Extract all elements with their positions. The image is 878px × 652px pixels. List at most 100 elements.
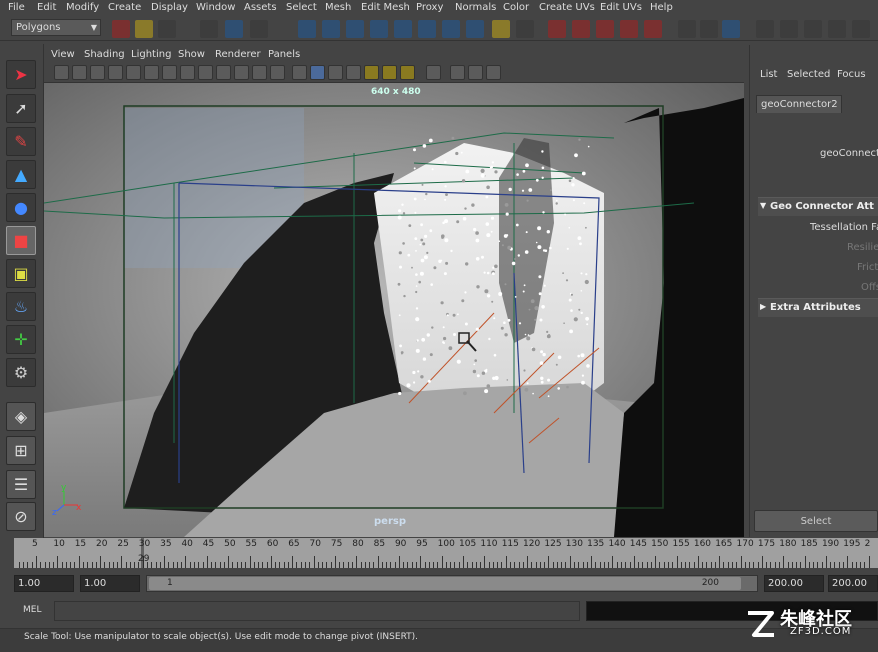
image-plane-icon[interactable] [108, 65, 123, 80]
save-scene-icon[interactable] [158, 20, 176, 38]
panel-menu-panels[interactable]: Panels [268, 49, 300, 60]
mel-label[interactable]: MEL [23, 605, 41, 615]
wireframe-on-shaded-icon[interactable] [328, 65, 343, 80]
perspective-viewport[interactable]: y x z 640 x 480 persp [44, 83, 744, 537]
panel-menu-shading[interactable]: Shading [84, 49, 125, 60]
lock-selection-icon[interactable] [492, 20, 510, 38]
section-geo-connector-attributes[interactable]: ▼ Geo Connector Att [758, 197, 878, 216]
select-surfaces-icon[interactable] [370, 20, 388, 38]
menu-display[interactable]: Display [151, 2, 188, 13]
select-handles-icon[interactable] [298, 20, 316, 38]
menu-normals[interactable]: Normals [455, 2, 496, 13]
range-slider-track[interactable]: 1 200 [146, 575, 758, 592]
select-joints-icon[interactable] [322, 20, 340, 38]
attr-menu-focus[interactable]: Focus [837, 69, 866, 80]
section-extra-attributes[interactable]: ▶ Extra Attributes [758, 298, 878, 317]
snap-view-plane-icon[interactable] [620, 20, 638, 38]
shadows-icon[interactable] [400, 65, 415, 80]
move-tool-button[interactable]: ▲ [6, 160, 36, 189]
soft-modification-button[interactable]: ♨ [6, 292, 36, 321]
safe-action-icon[interactable] [252, 65, 267, 80]
menu-color[interactable]: Color [503, 2, 529, 13]
smooth-shade-icon[interactable] [310, 65, 325, 80]
menu-mesh[interactable]: Mesh [325, 2, 351, 13]
grease-pencil-icon[interactable] [144, 65, 159, 80]
hypershade-icon[interactable] [852, 20, 870, 38]
scale-tool-button[interactable]: ■ [6, 226, 36, 255]
camera-attributes-icon[interactable] [72, 65, 87, 80]
resolution-gate-icon[interactable] [198, 65, 213, 80]
isolate-select-icon[interactable] [426, 65, 441, 80]
time-slider[interactable]: 5 10 15 20 25 30 35 40 45 50 55 60 65 70 75 80 85 90 95 100… [14, 538, 878, 568]
select-button[interactable]: Select [754, 510, 878, 532]
menu-set-dropdown[interactable]: Polygons ▼ [11, 19, 101, 36]
playback-start-field[interactable]: 1.00 [80, 575, 140, 592]
new-scene-icon[interactable] [112, 20, 130, 38]
film-gate-icon[interactable] [180, 65, 195, 80]
rotate-tool-button[interactable]: ● [6, 193, 36, 222]
snap-grid-icon[interactable] [548, 20, 566, 38]
select-tool-button[interactable]: ➤ [6, 60, 36, 89]
snap-curve-icon[interactable] [572, 20, 590, 38]
input-connections-icon[interactable] [678, 20, 696, 38]
range-slider-handle[interactable]: 1 200 [149, 577, 741, 590]
playback-end-field[interactable]: 200.00 [764, 575, 824, 592]
xray-joints-icon[interactable] [468, 65, 483, 80]
highlight-selection-icon[interactable] [516, 20, 534, 38]
gate-mask-icon[interactable] [216, 65, 231, 80]
make-live-icon[interactable] [644, 20, 662, 38]
open-scene-icon[interactable] [135, 20, 153, 38]
select-hierarchy-icon[interactable] [200, 20, 218, 38]
use-all-lights-icon[interactable] [382, 65, 397, 80]
attr-menu-list[interactable]: List [760, 69, 777, 80]
custom-tool-button[interactable]: ⊘ [6, 502, 36, 531]
menu-create[interactable]: Create [108, 2, 141, 13]
menu-create-uvs[interactable]: Create UVs [539, 2, 595, 13]
paint-select-tool-button[interactable]: ✎ [6, 127, 36, 156]
render-settings-icon[interactable] [828, 20, 846, 38]
select-rendering-icon[interactable] [442, 20, 460, 38]
animation-end-field[interactable]: 200.00 [828, 575, 878, 592]
safe-title-icon[interactable] [270, 65, 285, 80]
select-camera-icon[interactable] [54, 65, 69, 80]
attr-menu-selected[interactable]: Selected [787, 69, 830, 80]
snap-point-icon[interactable] [596, 20, 614, 38]
mel-input[interactable] [54, 601, 580, 621]
node-name-field[interactable]: geoConnector [820, 148, 878, 159]
two-d-pan-icon[interactable] [126, 65, 141, 80]
select-object-icon[interactable] [225, 20, 243, 38]
menu-modify[interactable]: Modify [66, 2, 99, 13]
ipr-render-icon[interactable] [804, 20, 822, 38]
universal-manipulator-button[interactable]: ▣ [6, 259, 36, 288]
select-deformations-icon[interactable] [394, 20, 412, 38]
select-component-icon[interactable] [250, 20, 268, 38]
menu-assets[interactable]: Assets [244, 2, 277, 13]
select-curves-icon[interactable] [346, 20, 364, 38]
menu-help[interactable]: Help [650, 2, 673, 13]
outliner-layout-button[interactable]: ☰ [6, 470, 36, 499]
xray-components-icon[interactable] [486, 65, 501, 80]
menu-edit-uvs[interactable]: Edit UVs [600, 2, 642, 13]
bookmarks-icon[interactable] [90, 65, 105, 80]
animation-start-field[interactable]: 1.00 [14, 575, 74, 592]
menu-edit[interactable]: Edit [37, 2, 56, 13]
panel-menu-renderer[interactable]: Renderer [215, 49, 261, 60]
panel-menu-lighting[interactable]: Lighting [131, 49, 171, 60]
field-chart-icon[interactable] [234, 65, 249, 80]
use-default-lighting-icon[interactable] [364, 65, 379, 80]
wireframe-icon[interactable] [292, 65, 307, 80]
render-view-icon[interactable] [756, 20, 774, 38]
grid-toggle-icon[interactable] [162, 65, 177, 80]
construction-history-icon[interactable] [722, 20, 740, 38]
menu-select[interactable]: Select [286, 2, 317, 13]
output-connections-icon[interactable] [700, 20, 718, 38]
menu-edit-mesh[interactable]: Edit Mesh [361, 2, 410, 13]
textured-icon[interactable] [346, 65, 361, 80]
render-frame-icon[interactable] [780, 20, 798, 38]
panel-menu-view[interactable]: View [51, 49, 75, 60]
node-tab-geoconnector[interactable]: geoConnector2 [756, 95, 842, 113]
four-view-layout-button[interactable]: ⊞ [6, 436, 36, 465]
select-misc-icon[interactable] [466, 20, 484, 38]
menu-file[interactable]: File [8, 2, 25, 13]
single-perspective-layout-button[interactable]: ◈ [6, 402, 36, 431]
